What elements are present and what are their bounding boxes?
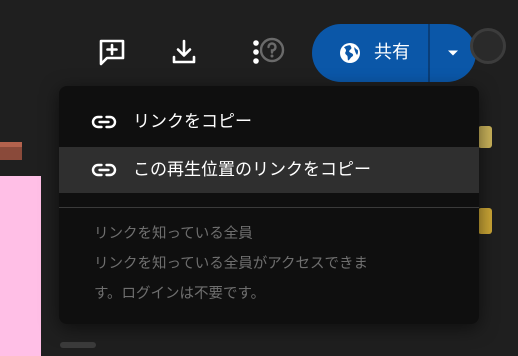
menu-item-copy-link-at-time[interactable]: この再生位置のリンクをコピー [59, 147, 479, 193]
background-bar [60, 342, 96, 348]
video-thumbnail [0, 176, 41, 356]
background-chip [478, 208, 492, 234]
add-comment-icon[interactable] [94, 34, 130, 70]
link-icon [91, 115, 117, 129]
download-icon[interactable] [166, 34, 202, 70]
access-description-line1: リンクを知っている全員がアクセスできま [94, 256, 369, 272]
share-dropdown-menu: リンクをコピー この再生位置のリンクをコピー リンクを知っている全員 リンクを知… [59, 86, 479, 324]
menu-item-label: この再生位置のリンクをコピー [133, 160, 371, 180]
share-options-button[interactable] [430, 24, 476, 82]
share-main-button[interactable]: 共有 [312, 24, 428, 82]
share-label: 共有 [374, 42, 410, 63]
menu-item-label: リンクをコピー [133, 112, 252, 132]
globe-icon [340, 43, 360, 63]
help-icon[interactable] [258, 36, 286, 64]
link-icon [91, 163, 117, 177]
access-title: リンクを知っている全員 [94, 226, 253, 242]
menu-divider [59, 207, 479, 208]
caret-down-icon [448, 50, 458, 56]
access-description-line2: す。ログインは不要です。 [94, 286, 266, 302]
menu-item-copy-link[interactable]: リンクをコピー [59, 99, 479, 145]
clapperboard-icon [0, 142, 22, 160]
background-chip [478, 126, 492, 148]
avatar[interactable] [470, 28, 506, 64]
share-button[interactable]: 共有 [312, 24, 476, 82]
